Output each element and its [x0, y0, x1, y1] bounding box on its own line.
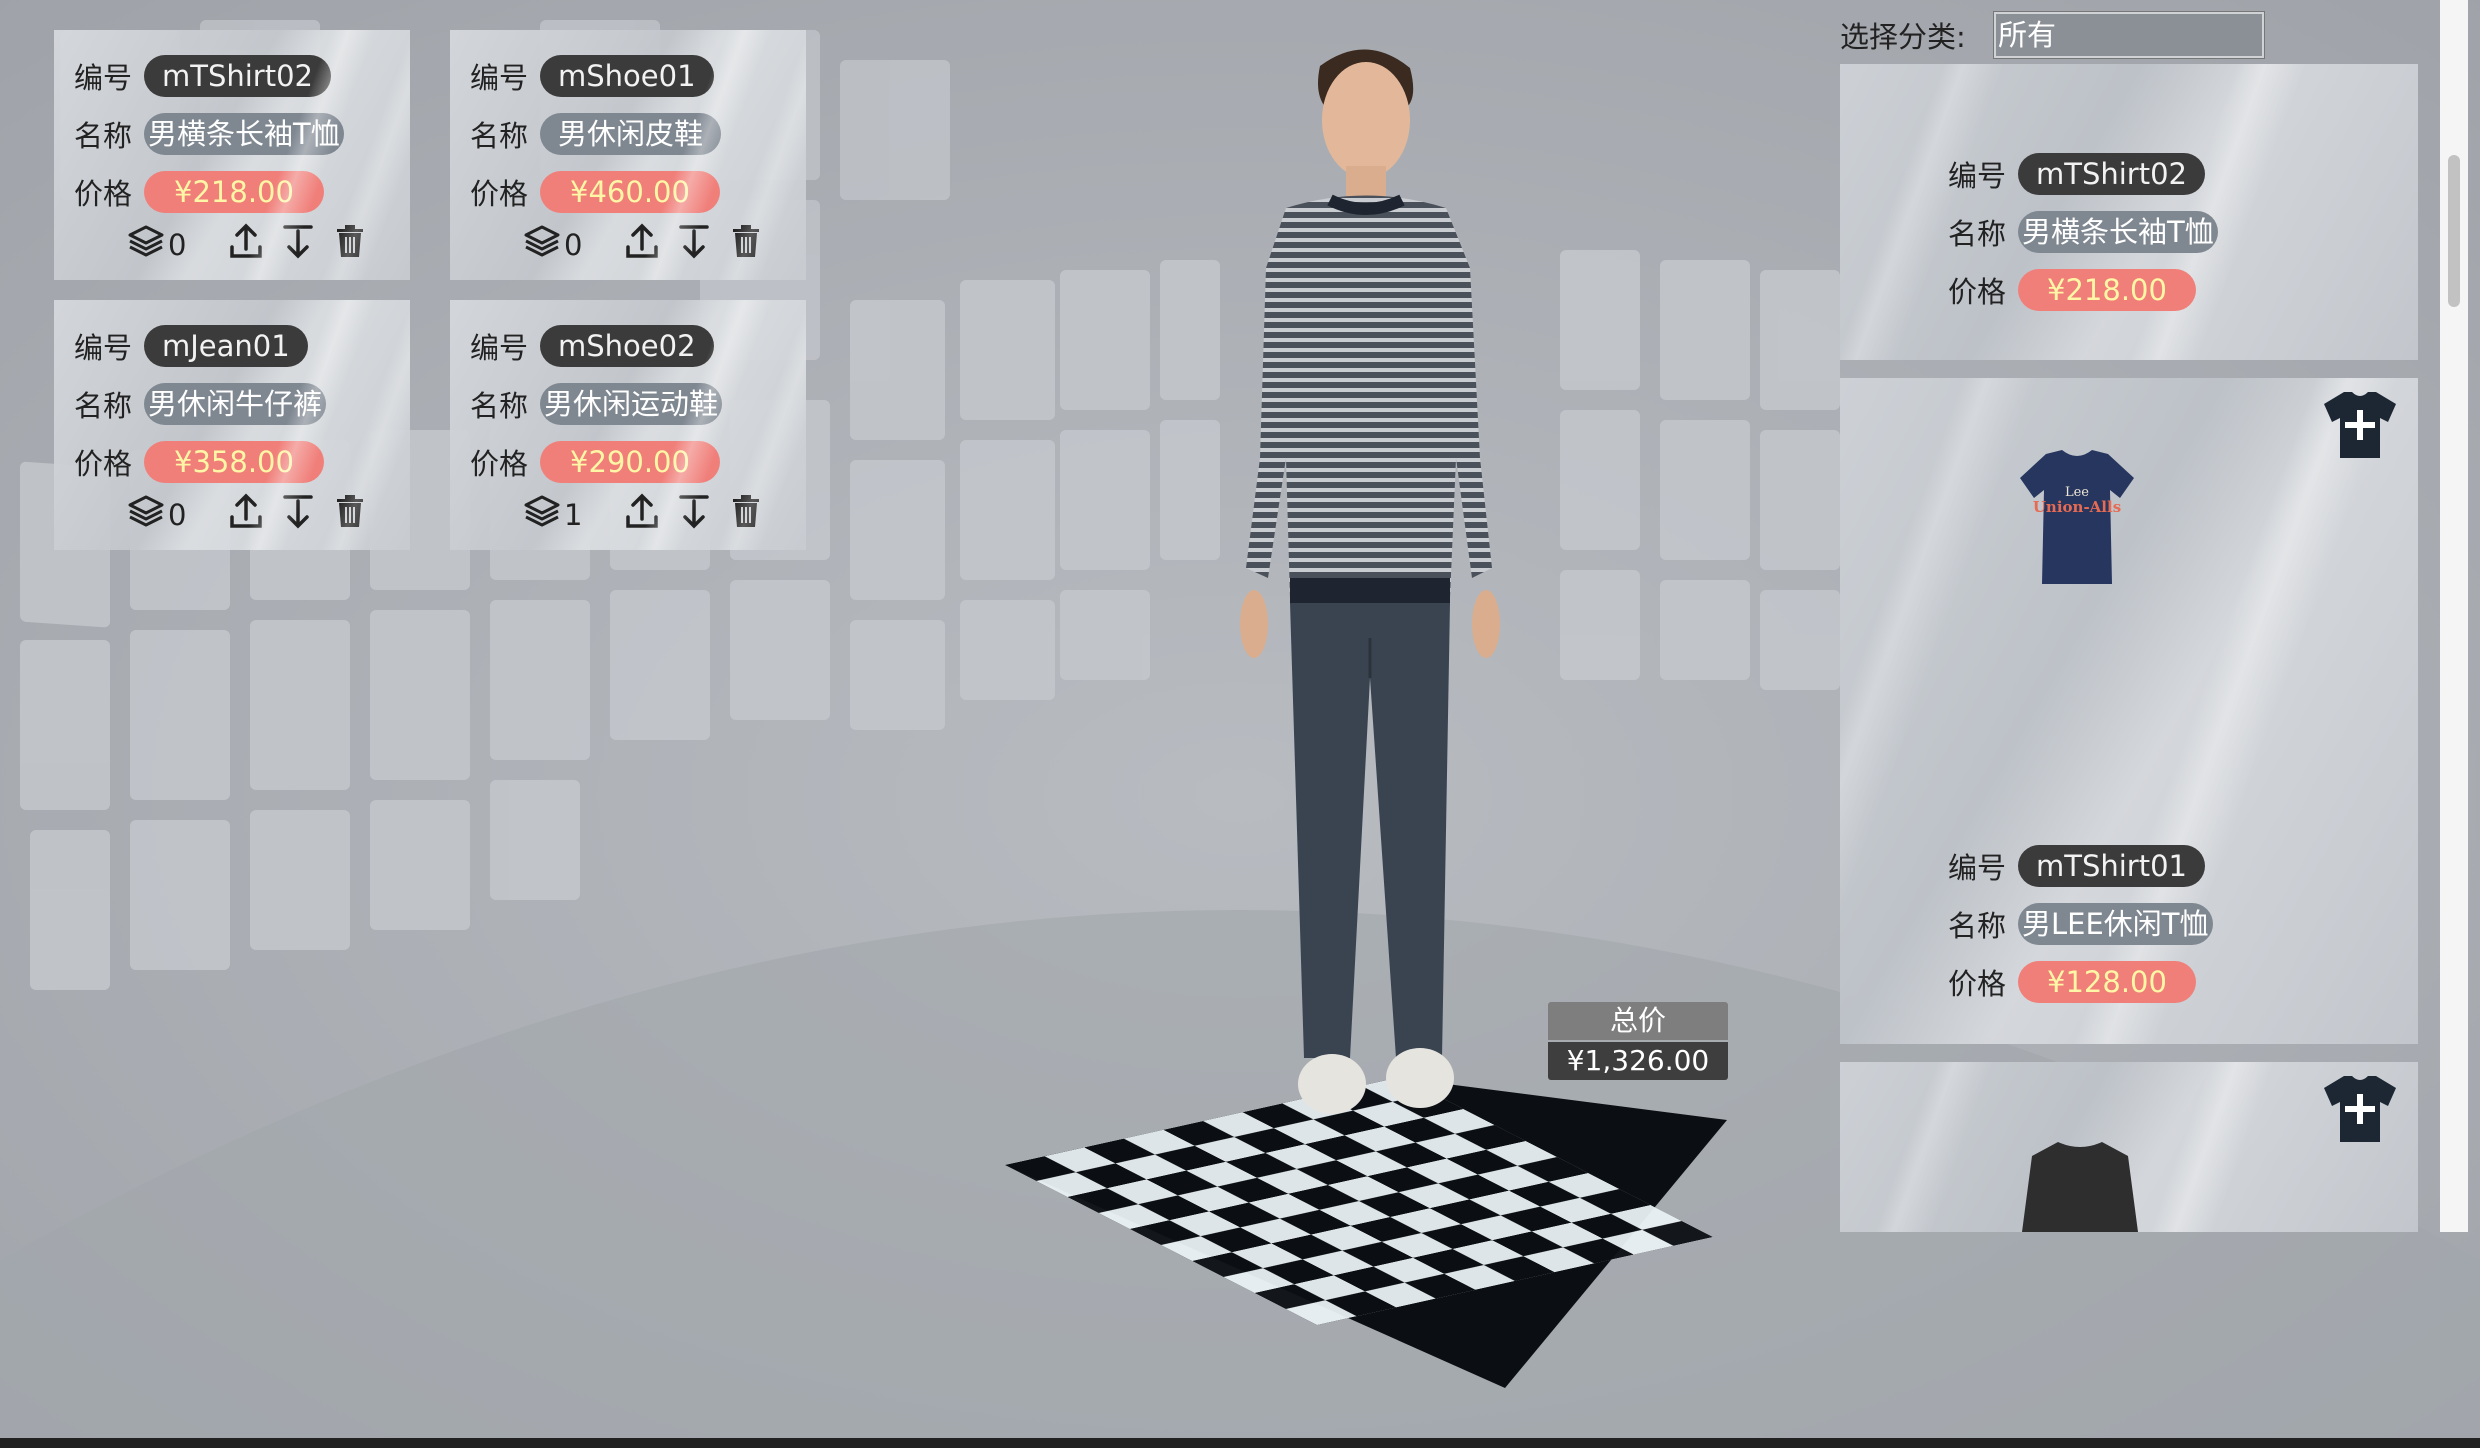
name-label: 名称	[470, 119, 529, 153]
trash-icon[interactable]	[330, 221, 370, 261]
layers-icon[interactable]	[522, 491, 562, 531]
item-name: 男横条长袖T恤	[2018, 211, 2218, 253]
item-price: ¥460.00	[540, 171, 720, 213]
product-image-tshirt: Lee Union-Alls	[2020, 450, 2134, 584]
upload-icon[interactable]	[622, 221, 662, 261]
download-icon[interactable]	[674, 221, 714, 261]
item-name: 男休闲运动鞋	[540, 383, 723, 425]
name-label: 名称	[1948, 909, 2007, 943]
price-label: 价格	[1948, 967, 2007, 1001]
item-name: 男休闲皮鞋	[540, 113, 722, 155]
item-code: mShoe01	[540, 55, 714, 97]
selected-item-card: 编号 mShoe01 名称 男休闲皮鞋 价格 ¥460.00 0	[450, 30, 806, 280]
item-price: ¥358.00	[144, 441, 324, 483]
layer-count: 0	[564, 228, 583, 262]
category-select[interactable]: 所有	[1994, 12, 2264, 58]
scrollbar-thumb[interactable]	[2448, 155, 2460, 307]
price-label: 价格	[1948, 275, 2007, 309]
item-code: mShoe02	[540, 325, 714, 367]
total-value: ¥1,326.00	[1548, 1042, 1728, 1080]
layer-count: 0	[168, 228, 187, 262]
upload-icon[interactable]	[226, 221, 266, 261]
add-shirt-icon[interactable]	[2322, 1072, 2398, 1144]
total-price-box: 总价 ¥1,326.00	[1548, 1002, 1728, 1080]
name-label: 名称	[74, 119, 133, 153]
selected-item-card: 编号 mShoe02 名称 男休闲运动鞋 价格 ¥290.00 1	[450, 300, 806, 550]
name-label: 名称	[1948, 217, 2007, 251]
total-label: 总价	[1548, 1002, 1728, 1040]
item-code: mTShirt02	[144, 55, 332, 97]
download-icon[interactable]	[278, 221, 318, 261]
selected-item-card: 编号 mJean01 名称 男休闲牛仔裤 价格 ¥358.00 0	[54, 300, 410, 550]
catalog-item-card[interactable]: 编号 mTShirt02 名称 男横条长袖T恤 价格 ¥218.00	[1840, 64, 2418, 360]
item-price: ¥290.00	[540, 441, 720, 483]
category-filter-label: 选择分类:	[1840, 20, 1966, 54]
trash-icon[interactable]	[726, 491, 766, 531]
catalog-item-card[interactable]	[1840, 1062, 2418, 1232]
item-name: 男横条长袖T恤	[144, 113, 344, 155]
name-label: 名称	[74, 389, 133, 423]
code-label: 编号	[1948, 851, 2007, 885]
trash-icon[interactable]	[330, 491, 370, 531]
price-label: 价格	[74, 177, 133, 211]
code-label: 编号	[74, 61, 133, 95]
download-icon[interactable]	[278, 491, 318, 531]
model-figure	[1240, 49, 1500, 1114]
price-label: 价格	[470, 447, 529, 481]
item-name: 男LEE休闲T恤	[2018, 903, 2213, 945]
name-label: 名称	[470, 389, 529, 423]
item-price: ¥218.00	[2018, 269, 2196, 311]
catalog-item-card[interactable]: Lee Union-Alls 编号 mTShirt01 名称 男LEE休闲T恤 价格…	[1840, 378, 2418, 1044]
download-icon[interactable]	[674, 491, 714, 531]
add-shirt-icon[interactable]	[2322, 388, 2398, 460]
item-code: mTShirt01	[2018, 845, 2206, 887]
product-image-longsleeve	[2022, 1142, 2138, 1232]
selected-item-card: 编号 mTShirt02 名称 男横条长袖T恤 价格 ¥218.00 0	[54, 30, 410, 280]
catalog-scrollbar[interactable]	[2440, 0, 2468, 1232]
item-code: mTShirt02	[2018, 153, 2206, 195]
layers-icon[interactable]	[126, 491, 166, 531]
bottom-edge	[0, 1438, 2480, 1448]
code-label: 编号	[470, 331, 529, 365]
tshirt-logo-line2: Union-Alls	[2033, 498, 2121, 516]
trash-icon[interactable]	[726, 221, 766, 261]
upload-icon[interactable]	[226, 491, 266, 531]
catalog-panel: 选择分类: 所有 编号 mTShirt02 名称 男横条长袖T恤 价格 ¥218.00…	[1838, 0, 2450, 1232]
price-label: 价格	[470, 177, 529, 211]
item-price: ¥128.00	[2018, 961, 2196, 1003]
item-name: 男休闲牛仔裤	[144, 383, 327, 425]
upload-icon[interactable]	[622, 491, 662, 531]
code-label: 编号	[470, 61, 529, 95]
layer-count: 1	[564, 498, 583, 532]
layers-icon[interactable]	[126, 221, 166, 261]
code-label: 编号	[1948, 159, 2007, 193]
price-label: 价格	[74, 447, 133, 481]
item-price: ¥218.00	[144, 171, 324, 213]
layer-count: 0	[168, 498, 187, 532]
code-label: 编号	[74, 331, 133, 365]
layers-icon[interactable]	[522, 221, 562, 261]
item-code: mJean01	[144, 325, 308, 367]
